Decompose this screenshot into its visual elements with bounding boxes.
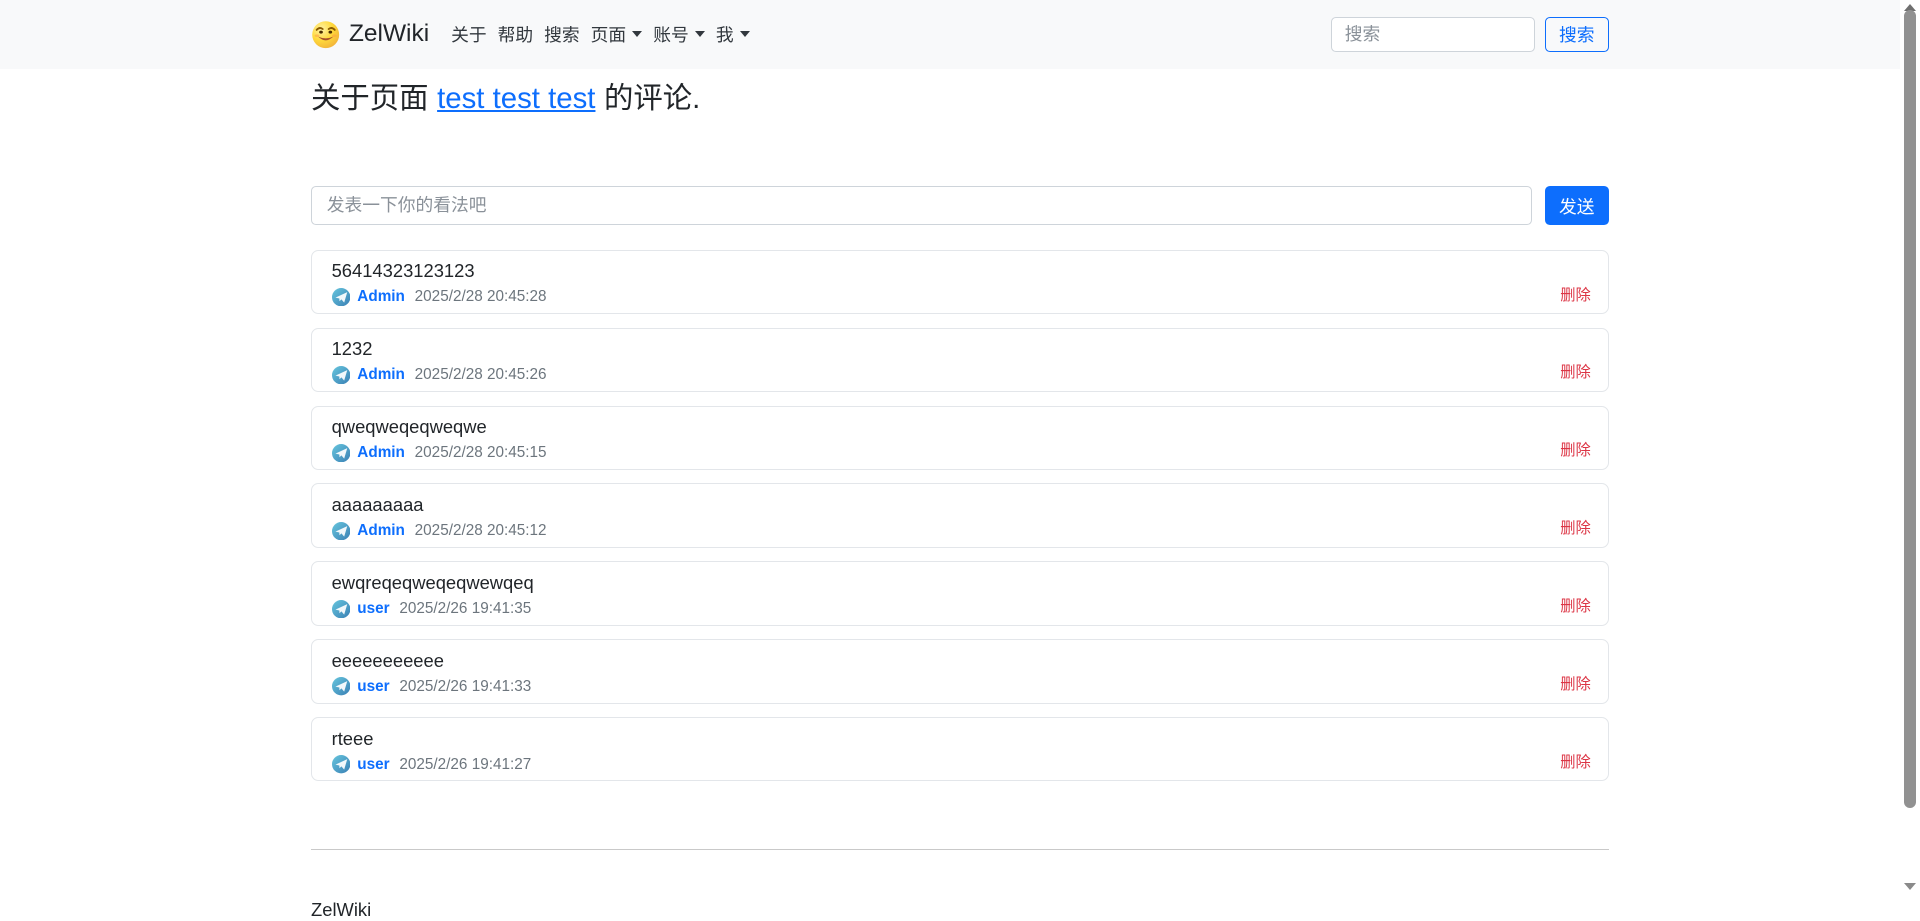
main-nav: 关于帮助搜索页面账号我 (449, 14, 752, 55)
caret-down-icon (632, 31, 642, 37)
comment-meta: Admin 2025/2/28 20:45:28 (332, 287, 547, 307)
delete-comment-link[interactable]: 删除 (1560, 438, 1591, 462)
comment-author-link[interactable]: user (357, 678, 389, 696)
caret-down-icon (740, 31, 750, 37)
smiley-logo-icon (311, 20, 340, 49)
comment-text: aaaaaaaaa (332, 493, 547, 517)
comment-meta: user 2025/2/26 19:41:33 (332, 677, 532, 697)
comments-list: 56414323123123 Admin 2025/2/28 20:45:28 … (311, 250, 1609, 782)
comment-card: ewqreqeqweqeqwewqeq user 2025/2/26 19:41… (311, 561, 1609, 625)
comment-body: ewqreqeqweqeqwewqeq user 2025/2/26 19:41… (332, 571, 534, 619)
delete-comment-link[interactable]: 删除 (1560, 594, 1591, 618)
nav-link-搜索[interactable]: 搜索 (542, 14, 582, 55)
comment-body: 1232 Admin 2025/2/28 20:45:26 (332, 337, 547, 385)
comment-meta: Admin 2025/2/28 20:45:12 (332, 521, 547, 541)
comment-text: ewqreqeqweqeqwewqeq (332, 571, 534, 595)
comment-text: qweqweqeqweqwe (332, 415, 547, 439)
comment-timestamp: 2025/2/28 20:45:28 (415, 288, 547, 306)
comment-timestamp: 2025/2/26 19:41:33 (399, 678, 531, 696)
user-avatar-icon (332, 444, 350, 462)
comment-meta: Admin 2025/2/28 20:45:26 (332, 365, 547, 385)
nav-link-我[interactable]: 我 (713, 14, 752, 55)
user-avatar-icon (332, 755, 350, 773)
brand-link[interactable]: ZelWiki (311, 20, 429, 49)
comment-timestamp: 2025/2/28 20:45:12 (415, 522, 547, 540)
comment-card: aaaaaaaaa Admin 2025/2/28 20:45:12 删除 (311, 483, 1609, 547)
comment-card: eeeeeeeeeee user 2025/2/26 19:41:33 删除 (311, 639, 1609, 703)
comment-meta: user 2025/2/26 19:41:35 (332, 599, 534, 619)
comment-timestamp: 2025/2/26 19:41:35 (399, 600, 531, 618)
comment-body: aaaaaaaaa Admin 2025/2/28 20:45:12 (332, 493, 547, 541)
page: ZelWiki 关于帮助搜索页面账号我 搜索 关于页面test test tes… (0, 0, 1920, 911)
navbar-search-form: 搜索 (1331, 17, 1609, 53)
caret-down-icon (695, 31, 705, 37)
user-avatar-icon (332, 288, 350, 306)
user-avatar-icon (332, 366, 350, 384)
comment-body: qweqweqeqweqwe Admin 2025/2/28 20:45:15 (332, 415, 547, 463)
delete-comment-link[interactable]: 删除 (1560, 672, 1591, 696)
comment-body: 56414323123123 Admin 2025/2/28 20:45:28 (332, 259, 547, 307)
comment-body: eeeeeeeeeee user 2025/2/26 19:41:33 (332, 649, 532, 697)
user-avatar-icon (332, 600, 350, 618)
comment-input[interactable] (311, 186, 1532, 225)
comment-card: 1232 Admin 2025/2/28 20:45:26 删除 (311, 328, 1609, 392)
comment-text: eeeeeeeeeee (332, 649, 532, 673)
brand-text: ZelWiki (349, 20, 429, 48)
navbar-search-button[interactable]: 搜索 (1545, 17, 1609, 53)
comment-card: 56414323123123 Admin 2025/2/28 20:45:28 … (311, 250, 1609, 314)
comment-body: rteee user 2025/2/26 19:41:27 (332, 727, 532, 775)
page-title-suffix: 的评论. (604, 82, 700, 115)
comment-author-link[interactable]: user (357, 600, 389, 618)
comment-timestamp: 2025/2/26 19:41:27 (399, 756, 531, 774)
comment-composer: 发送 (311, 186, 1609, 225)
user-avatar-icon (332, 522, 350, 540)
scrollbar-thumb[interactable] (1904, 10, 1916, 808)
page-title-prefix: 关于页面 (311, 82, 429, 115)
nav-link-关于[interactable]: 关于 (449, 14, 489, 55)
nav-link-页面[interactable]: 页面 (588, 14, 645, 55)
comment-meta: Admin 2025/2/28 20:45:15 (332, 443, 547, 463)
top-navbar: ZelWiki 关于帮助搜索页面账号我 搜索 (0, 0, 1920, 69)
comment-author-link[interactable]: Admin (357, 444, 405, 462)
comment-text: rteee (332, 727, 532, 751)
comment-card: qweqweqeqweqwe Admin 2025/2/28 20:45:15 … (311, 406, 1609, 470)
comment-text: 56414323123123 (332, 259, 547, 283)
comment-text: 1232 (332, 337, 547, 361)
nav-link-帮助[interactable]: 帮助 (495, 14, 535, 55)
delete-comment-link[interactable]: 删除 (1560, 516, 1591, 540)
comment-author-link[interactable]: Admin (357, 366, 405, 384)
comment-card: rteee user 2025/2/26 19:41:27 删除 (311, 717, 1609, 781)
page-title-link[interactable]: test test test (437, 82, 595, 115)
footer-brand: ZelWiki (311, 899, 1609, 921)
send-comment-button[interactable]: 发送 (1545, 186, 1609, 225)
comment-author-link[interactable]: Admin (357, 288, 405, 306)
delete-comment-link[interactable]: 删除 (1560, 750, 1591, 774)
comment-timestamp: 2025/2/28 20:45:15 (415, 444, 547, 462)
footer-divider (311, 849, 1609, 850)
page-title: 关于页面test test test 的评论. (311, 81, 1609, 117)
comment-author-link[interactable]: Admin (357, 522, 405, 540)
vertical-scrollbar (1900, 0, 1920, 911)
main-content: 关于页面test test test 的评论. 发送 56414323123123… (311, 81, 1609, 921)
comment-meta: user 2025/2/26 19:41:27 (332, 755, 532, 775)
comment-author-link[interactable]: user (357, 756, 389, 774)
nav-link-账号[interactable]: 账号 (651, 14, 708, 55)
delete-comment-link[interactable]: 删除 (1560, 283, 1591, 307)
delete-comment-link[interactable]: 删除 (1560, 360, 1591, 384)
navbar-search-input[interactable] (1331, 17, 1534, 53)
scrollbar-down-arrow-icon[interactable] (1904, 883, 1916, 890)
comment-timestamp: 2025/2/28 20:45:26 (415, 366, 547, 384)
user-avatar-icon (332, 677, 350, 695)
